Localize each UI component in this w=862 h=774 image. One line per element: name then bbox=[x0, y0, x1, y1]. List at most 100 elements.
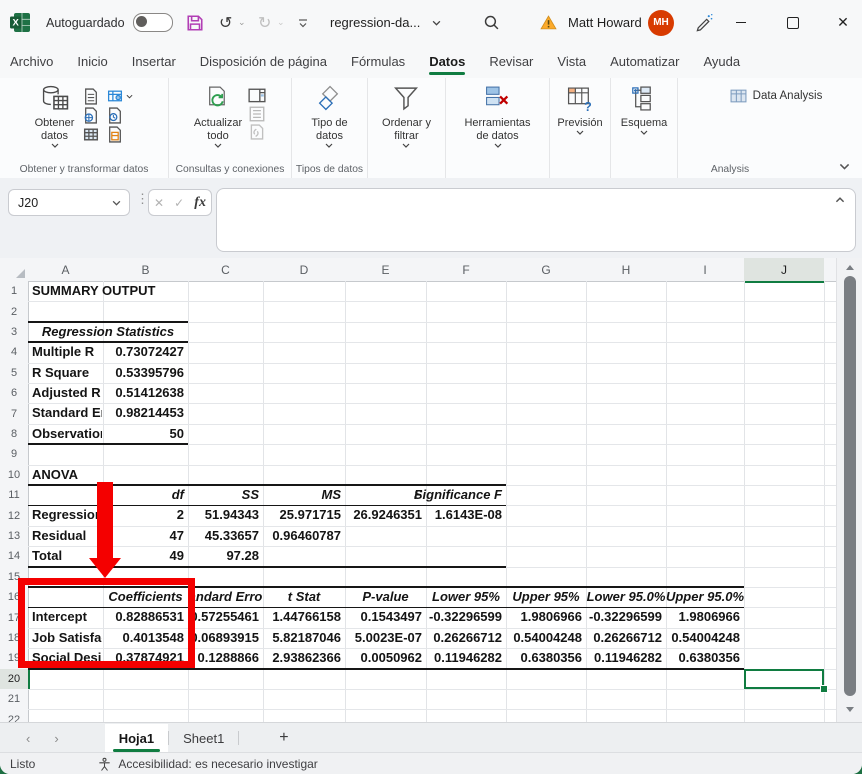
undo-chevron-icon[interactable]: ⌄ bbox=[238, 0, 246, 45]
cell-I19[interactable]: 0.6380356 bbox=[679, 648, 740, 668]
from-web-icon[interactable] bbox=[82, 107, 100, 124]
cell-D18[interactable]: 5.82187046 bbox=[272, 628, 341, 648]
cell-A4[interactable]: Multiple R bbox=[32, 342, 102, 362]
avatar[interactable]: MH bbox=[648, 0, 674, 45]
tab-vista[interactable]: Vista bbox=[545, 45, 598, 78]
search-icon[interactable] bbox=[483, 0, 500, 45]
row-header-4[interactable]: 4 bbox=[0, 342, 29, 363]
outline-button[interactable]: Esquema bbox=[621, 85, 667, 135]
cell-B8[interactable]: 50 bbox=[170, 424, 184, 444]
scroll-down-arrow-icon[interactable] bbox=[845, 706, 855, 713]
cell-E18[interactable]: 5.0023E-07 bbox=[355, 628, 422, 648]
cell-D16[interactable]: t Stat bbox=[288, 587, 321, 607]
accessibility-status[interactable]: Accesibilidad: es necesario investigar bbox=[118, 757, 317, 771]
user-name[interactable]: Matt Howard bbox=[568, 0, 642, 45]
column-header-I[interactable]: I bbox=[666, 258, 745, 282]
row-header-14[interactable]: 14 bbox=[0, 546, 29, 567]
cell-E16[interactable]: P-value bbox=[362, 587, 408, 607]
sort-filter-button[interactable]: Ordenar y filtrar bbox=[382, 85, 431, 148]
editing-pencil-icon[interactable] bbox=[694, 0, 713, 45]
existing-connections-icon[interactable] bbox=[106, 126, 133, 143]
cell-B4[interactable]: 0.73072427 bbox=[115, 342, 184, 362]
tab-revisar[interactable]: Revisar bbox=[477, 45, 545, 78]
collapse-ribbon-chevron-icon[interactable] bbox=[839, 163, 850, 170]
cell-B14[interactable]: 49 bbox=[170, 546, 184, 566]
row-header-11[interactable]: 11 bbox=[0, 485, 29, 506]
data-type-button[interactable]: Tipo de datos bbox=[311, 85, 347, 148]
row-header-9[interactable]: 9 bbox=[0, 444, 29, 465]
cell-D17[interactable]: 1.44766158 bbox=[272, 607, 341, 627]
cell-B7[interactable]: 0.98214453 bbox=[115, 403, 184, 423]
cell-H19[interactable]: 0.11946282 bbox=[594, 648, 662, 668]
minimize-button[interactable] bbox=[724, 0, 758, 45]
cell-C19[interactable]: 0.1288866 bbox=[198, 648, 259, 668]
tab-disposicion[interactable]: Disposición de página bbox=[188, 45, 339, 78]
cell-B11[interactable]: df bbox=[172, 485, 184, 505]
row-header-21[interactable]: 21 bbox=[0, 689, 29, 710]
tab-insertar[interactable]: Insertar bbox=[120, 45, 188, 78]
cell-E17[interactable]: 0.1543497 bbox=[361, 607, 422, 627]
sheet-tab-hoja1[interactable]: Hoja1 bbox=[105, 724, 168, 753]
cell-C18[interactable]: 0.06893915 bbox=[190, 628, 259, 648]
cell-I16[interactable]: Upper 95.0% bbox=[666, 587, 744, 607]
row-header-2[interactable]: 2 bbox=[0, 301, 29, 322]
quick-access-customize-icon[interactable] bbox=[297, 0, 309, 45]
title-chevron-down-icon[interactable] bbox=[432, 0, 441, 45]
tab-datos[interactable]: Datos bbox=[417, 45, 477, 78]
excel-logo-icon[interactable]: X bbox=[10, 0, 31, 45]
save-icon[interactable] bbox=[186, 0, 204, 45]
row-header-5[interactable]: 5 bbox=[0, 363, 29, 384]
tab-inicio[interactable]: Inicio bbox=[65, 45, 119, 78]
forecast-button[interactable]: ? Previsión bbox=[557, 85, 602, 135]
refresh-all-button[interactable]: Actualizar todo bbox=[194, 85, 242, 148]
tab-formulas[interactable]: Fórmulas bbox=[339, 45, 417, 78]
column-header-B[interactable]: B bbox=[103, 258, 189, 282]
row-header-7[interactable]: 7 bbox=[0, 403, 29, 424]
cell-D11[interactable]: MS bbox=[322, 485, 342, 505]
cell-G17[interactable]: 1.9806966 bbox=[521, 607, 582, 627]
name-box[interactable]: J20 bbox=[8, 189, 130, 216]
sheet-tab-sheet1[interactable]: Sheet1 bbox=[169, 724, 238, 753]
cell-E12[interactable]: 26.9246351 bbox=[353, 505, 422, 525]
row-header-3[interactable]: 3 bbox=[0, 322, 29, 343]
tab-ayuda[interactable]: Ayuda bbox=[691, 45, 752, 78]
query-properties-icon[interactable] bbox=[248, 88, 266, 104]
active-cell-J20[interactable] bbox=[744, 669, 824, 689]
cell-A7[interactable]: Standard Err bbox=[32, 403, 102, 423]
from-table-range-icon[interactable] bbox=[82, 126, 100, 143]
name-box-chevron-icon[interactable] bbox=[112, 200, 121, 206]
prev-sheet-arrow-icon[interactable]: ‹ bbox=[26, 731, 30, 746]
row-header-12[interactable]: 12 bbox=[0, 505, 29, 526]
cell-A6[interactable]: Adjusted R S bbox=[32, 383, 102, 403]
cell-D12[interactable]: 25.971715 bbox=[280, 505, 341, 525]
column-header-J[interactable]: J bbox=[744, 258, 825, 283]
row-header-22[interactable]: 22 bbox=[0, 709, 29, 722]
cell-F19[interactable]: 0.11946282 bbox=[434, 648, 502, 668]
select-all-corner[interactable] bbox=[0, 258, 29, 282]
cell-D13[interactable]: 0.96460787 bbox=[272, 526, 341, 546]
cell-H16[interactable]: Lower 95.0% bbox=[587, 587, 666, 607]
column-header-E[interactable]: E bbox=[345, 258, 427, 282]
column-header-C[interactable]: C bbox=[188, 258, 264, 282]
column-header-G[interactable]: G bbox=[506, 258, 587, 282]
cell-C13[interactable]: 45.33657 bbox=[205, 526, 259, 546]
fx-icon[interactable]: fx bbox=[194, 195, 206, 211]
row-header-20[interactable]: 20 bbox=[0, 669, 30, 690]
cell-F16[interactable]: Lower 95% bbox=[432, 587, 500, 607]
scroll-up-arrow-icon[interactable] bbox=[845, 264, 855, 271]
cell-A12[interactable]: Regression bbox=[32, 505, 102, 525]
from-picture-icon[interactable] bbox=[106, 88, 133, 105]
cell-A10[interactable]: ANOVA bbox=[32, 465, 78, 485]
row-header-6[interactable]: 6 bbox=[0, 383, 29, 404]
cell-F17[interactable]: -0.32296599 bbox=[429, 607, 502, 627]
cell-G19[interactable]: 0.6380356 bbox=[521, 648, 582, 668]
cell-I17[interactable]: 1.9806966 bbox=[679, 607, 740, 627]
cell-B13[interactable]: 47 bbox=[170, 526, 184, 546]
add-sheet-button[interactable]: + bbox=[279, 729, 288, 747]
cell-C12[interactable]: 51.94343 bbox=[205, 505, 259, 525]
recent-sources-icon[interactable] bbox=[106, 107, 133, 124]
from-text-file-icon[interactable] bbox=[82, 88, 100, 105]
cell-H18[interactable]: 0.26266712 bbox=[593, 628, 662, 648]
autosave-toggle[interactable] bbox=[133, 0, 173, 45]
cell-C11[interactable]: SS bbox=[242, 485, 259, 505]
